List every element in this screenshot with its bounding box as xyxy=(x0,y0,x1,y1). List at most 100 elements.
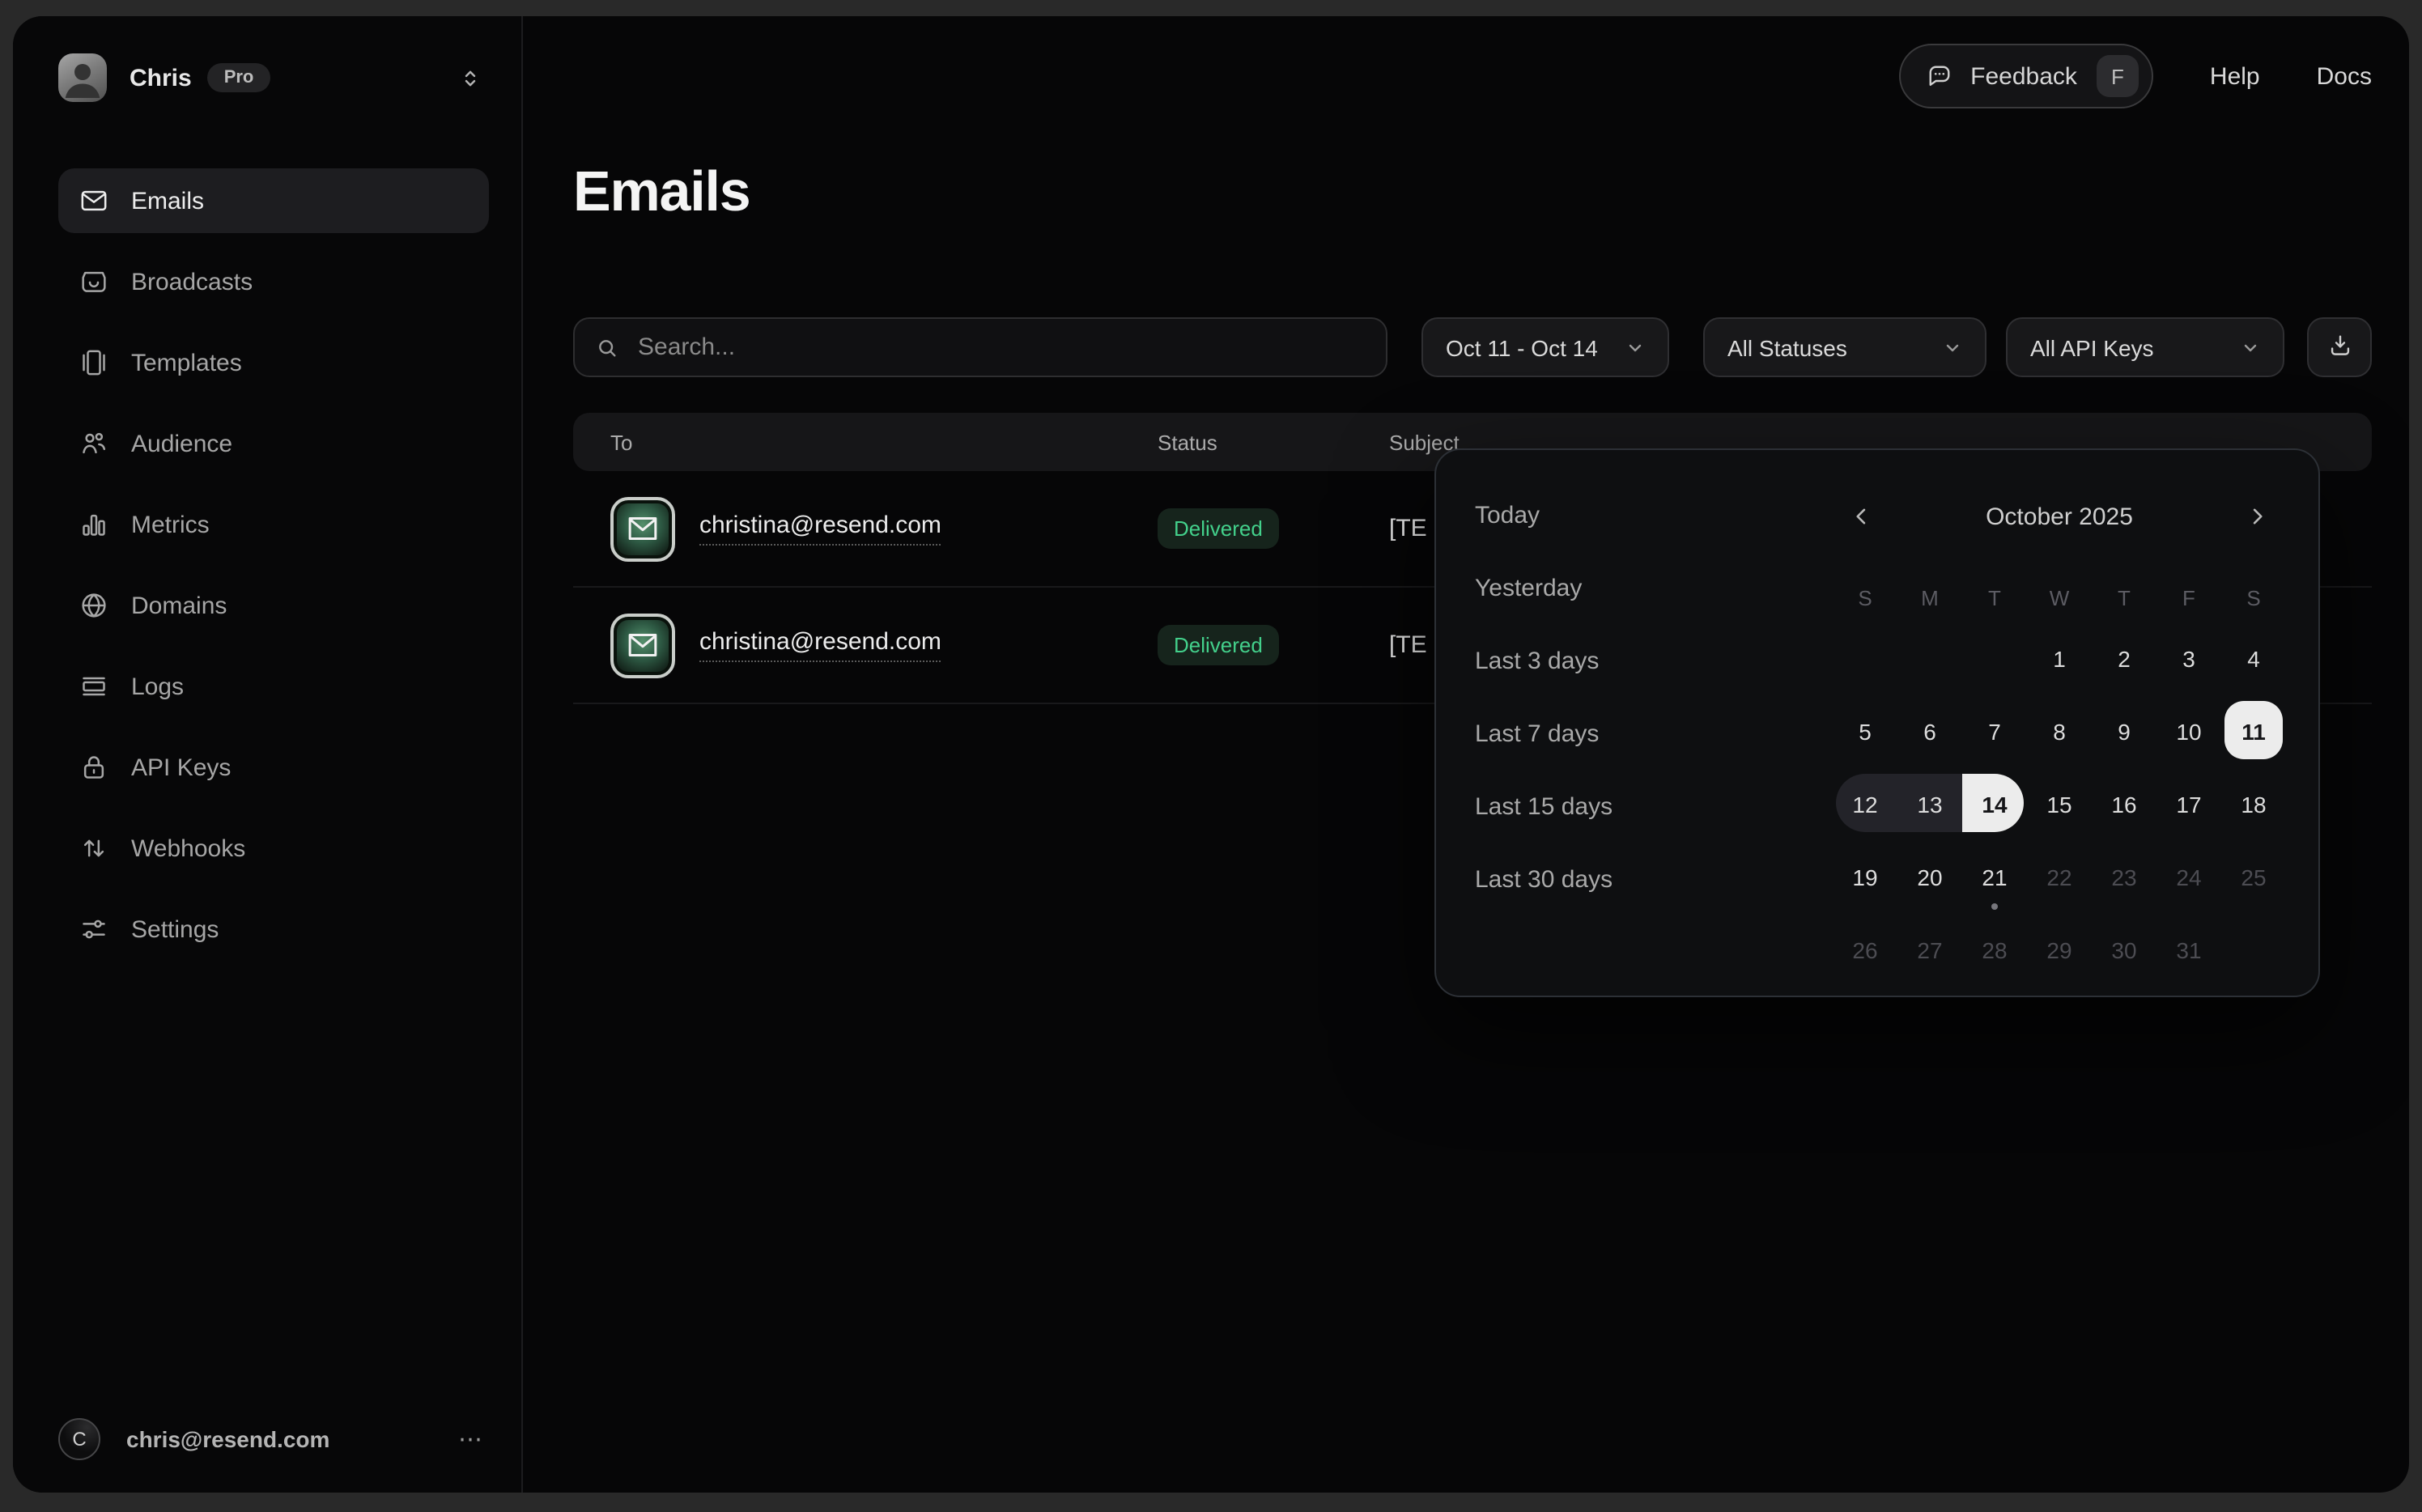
calendar-day-4[interactable]: 4 xyxy=(2221,622,2286,694)
calendar-day-18[interactable]: 18 xyxy=(2221,767,2286,840)
calendar-day-12[interactable]: 12 xyxy=(1833,767,1897,840)
preset-yesterday[interactable]: Yesterday xyxy=(1475,552,1792,625)
sidebar-item-label: Emails xyxy=(131,187,204,214)
date-range-dropdown[interactable]: Oct 11 - Oct 14 xyxy=(1421,317,1669,377)
metrics-icon xyxy=(78,508,110,541)
sidebar-item-label: Domains xyxy=(131,592,227,619)
date-presets: TodayYesterdayLast 3 daysLast 7 daysLast… xyxy=(1436,450,1792,916)
calendar-day-20[interactable]: 20 xyxy=(1897,840,1962,913)
preset-last-7-days[interactable]: Last 7 days xyxy=(1475,698,1792,771)
day-number: 18 xyxy=(2241,791,2266,817)
calendar-day-6[interactable]: 6 xyxy=(1897,694,1962,767)
preset-last-30-days[interactable]: Last 30 days xyxy=(1475,843,1792,916)
status-badge: Delivered xyxy=(1158,625,1279,665)
sidebar-item-broadcasts[interactable]: Broadcasts xyxy=(58,249,489,314)
day-number: 22 xyxy=(2046,864,2071,890)
day-number: 24 xyxy=(2176,864,2201,890)
sidebar-item-settings[interactable]: Settings xyxy=(58,897,489,962)
calendar-day-27: 27 xyxy=(1897,913,1962,986)
logs-icon xyxy=(78,670,110,703)
calendar-day-8[interactable]: 8 xyxy=(2027,694,2092,767)
feedback-button[interactable]: Feedback F xyxy=(1899,44,2153,108)
day-number: 14 xyxy=(1982,791,2007,817)
calendar-day-empty xyxy=(1897,622,1962,694)
search-input[interactable] xyxy=(635,332,1366,363)
day-of-week-row: SMTWTFS xyxy=(1833,573,2286,622)
calendar-day-21[interactable]: 21 xyxy=(1962,840,2027,913)
calendar-day-7[interactable]: 7 xyxy=(1962,694,2027,767)
sidebar: Chris Pro Emails Broadcasts Templates Audie… xyxy=(13,16,523,1493)
calendar-day-10[interactable]: 10 xyxy=(2156,694,2221,767)
chevron-right-icon[interactable] xyxy=(2228,487,2286,546)
calendar-day-5[interactable]: 5 xyxy=(1833,694,1897,767)
workspace-name: Chris xyxy=(130,64,192,91)
day-number: 12 xyxy=(1852,791,1877,817)
status-badge: Delivered xyxy=(1158,508,1279,549)
sidebar-item-templates[interactable]: Templates xyxy=(58,330,489,395)
day-number: 4 xyxy=(2247,645,2260,671)
broadcasts-icon xyxy=(78,265,110,298)
sidebar-item-logs[interactable]: Logs xyxy=(58,654,489,719)
search-icon xyxy=(594,334,620,360)
more-menu-icon[interactable]: ⋯ xyxy=(458,1425,486,1454)
status-value: All Statuses xyxy=(1727,334,1847,360)
calendar-day-3[interactable]: 3 xyxy=(2156,622,2221,694)
day-number: 9 xyxy=(2118,718,2131,744)
page-title: Emails xyxy=(573,160,2372,225)
unfold-icon xyxy=(458,66,482,90)
screen: Chris Pro Emails Broadcasts Templates Audie… xyxy=(0,0,2422,1512)
sidebar-item-api-keys[interactable]: API Keys xyxy=(58,735,489,800)
calendar-day-2[interactable]: 2 xyxy=(2092,622,2156,694)
chevron-left-icon[interactable] xyxy=(1833,487,1891,546)
day-number: 30 xyxy=(2111,937,2136,962)
help-link[interactable]: Help xyxy=(2210,62,2260,90)
calendar-day-14[interactable]: 14 xyxy=(1962,767,2027,840)
recipient-email[interactable]: christina@resend.com xyxy=(699,628,941,662)
day-number: 15 xyxy=(2046,791,2071,817)
api-keys-dropdown[interactable]: All API Keys xyxy=(2006,317,2284,377)
download-icon xyxy=(2326,331,2353,363)
plan-badge: Pro xyxy=(208,63,270,92)
calendar-day-29: 29 xyxy=(2027,913,2092,986)
preset-today[interactable]: Today xyxy=(1475,479,1792,552)
cell-to: christina@resend.com xyxy=(573,613,1158,677)
api-keys-icon xyxy=(78,751,110,784)
calendar-day-15[interactable]: 15 xyxy=(2027,767,2092,840)
calendar-day-1[interactable]: 1 xyxy=(2027,622,2092,694)
export-button[interactable] xyxy=(2307,317,2372,377)
docs-link[interactable]: Docs xyxy=(2317,62,2372,90)
cell-status: Delivered xyxy=(1158,625,1389,665)
calendar-day-19[interactable]: 19 xyxy=(1833,840,1897,913)
calendar-grid: 1234567891011121314151617181920212223242… xyxy=(1833,622,2286,986)
sidebar-item-webhooks[interactable]: Webhooks xyxy=(58,816,489,881)
workspace-avatar xyxy=(58,53,107,102)
email-envelope-icon xyxy=(610,496,675,561)
sidebar-nav: Emails Broadcasts Templates Audience Metrics… xyxy=(58,168,489,978)
calendar-day-9[interactable]: 9 xyxy=(2092,694,2156,767)
chevron-down-icon xyxy=(1625,338,1645,357)
day-number: 2 xyxy=(2118,645,2131,671)
calendar-day-13[interactable]: 13 xyxy=(1897,767,1962,840)
calendar-day-16[interactable]: 16 xyxy=(2092,767,2156,840)
today-dot xyxy=(1991,903,1998,910)
sidebar-item-label: Templates xyxy=(131,349,242,376)
sidebar-item-metrics[interactable]: Metrics xyxy=(58,492,489,557)
calendar-day-17[interactable]: 17 xyxy=(2156,767,2221,840)
recipient-email[interactable]: christina@resend.com xyxy=(699,512,941,546)
date-picker-popover: TodayYesterdayLast 3 daysLast 7 daysLast… xyxy=(1434,448,2320,997)
sidebar-item-domains[interactable]: Domains xyxy=(58,573,489,638)
day-number: 10 xyxy=(2176,718,2201,744)
account-footer[interactable]: C chris@resend.com ⋯ xyxy=(58,1418,489,1460)
calendar-day-empty xyxy=(2221,913,2286,986)
day-of-week-label: S xyxy=(2246,585,2260,609)
preset-last-3-days[interactable]: Last 3 days xyxy=(1475,625,1792,698)
workspace-switcher[interactable]: Chris Pro xyxy=(58,42,489,113)
status-dropdown[interactable]: All Statuses xyxy=(1703,317,1986,377)
day-number: 5 xyxy=(1859,718,1872,744)
calendar-month-label: October 2025 xyxy=(1986,503,2133,530)
calendar-day-11[interactable]: 11 xyxy=(2221,694,2286,767)
sidebar-item-emails[interactable]: Emails xyxy=(58,168,489,233)
preset-last-15-days[interactable]: Last 15 days xyxy=(1475,771,1792,843)
sidebar-item-audience[interactable]: Audience xyxy=(58,411,489,476)
day-number: 6 xyxy=(1923,718,1936,744)
